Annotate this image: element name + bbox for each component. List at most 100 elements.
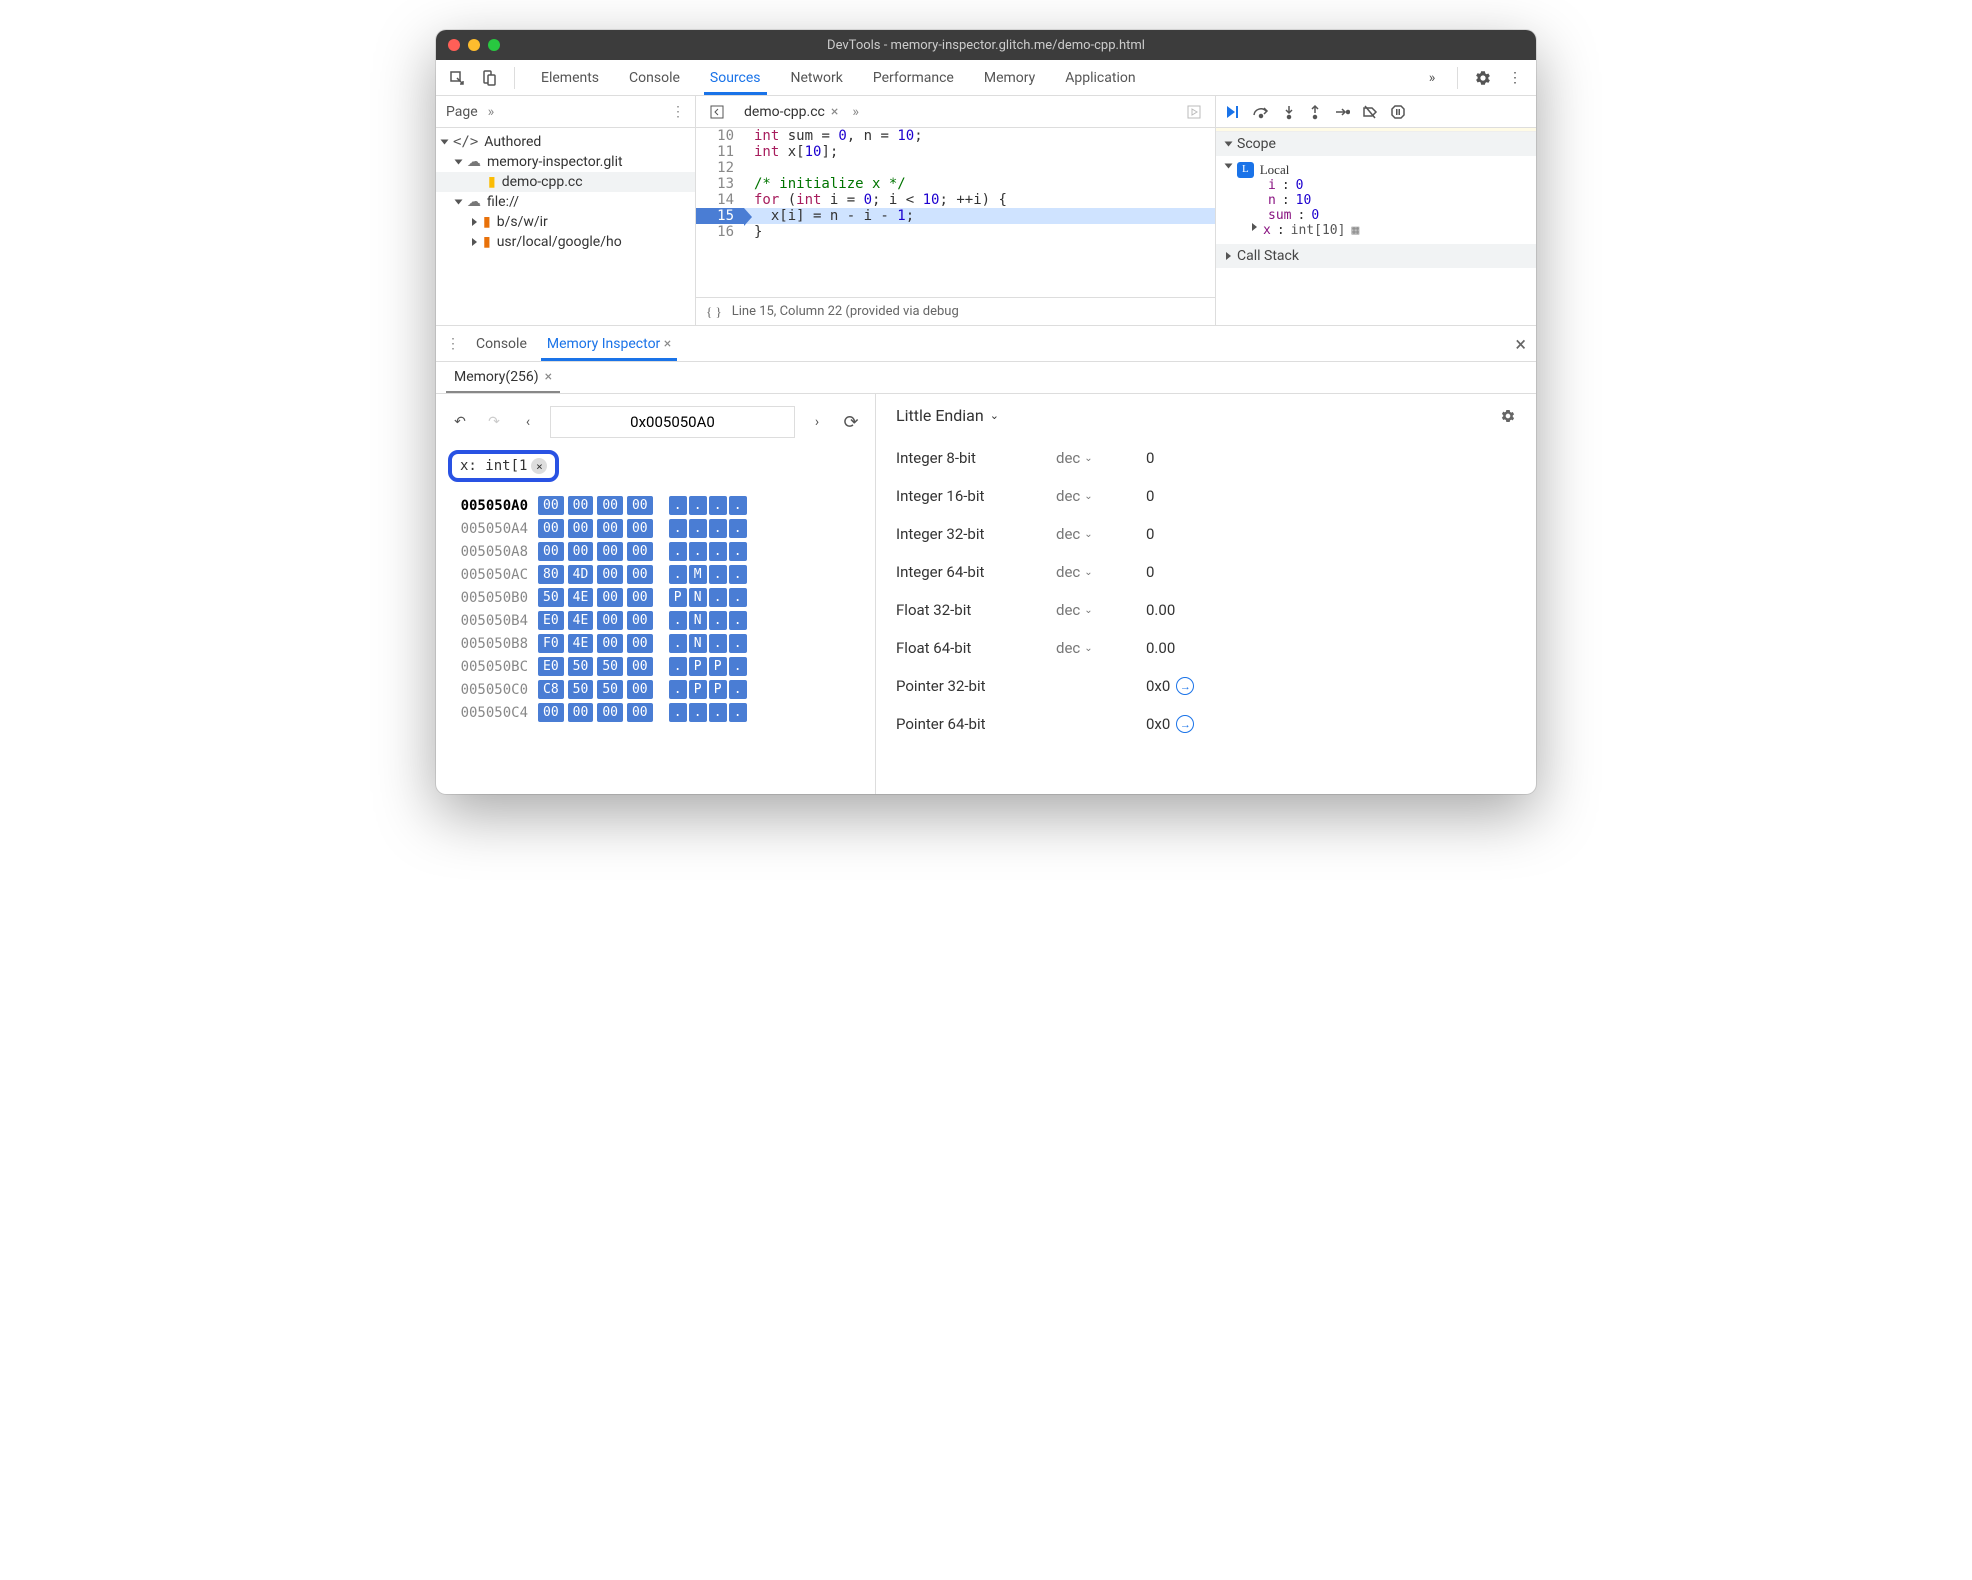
gear-icon[interactable] bbox=[1470, 65, 1496, 91]
tab-application[interactable]: Application bbox=[1051, 62, 1149, 94]
gear-icon[interactable] bbox=[1500, 408, 1516, 424]
tree-authored[interactable]: </>Authored bbox=[436, 132, 695, 152]
hex-row[interactable]: 005050A400000000.... bbox=[448, 519, 863, 538]
format-select[interactable]: dec ⌄ bbox=[1056, 563, 1126, 581]
tab-performance[interactable]: Performance bbox=[859, 62, 968, 94]
tab-memory[interactable]: Memory bbox=[970, 62, 1049, 94]
address-input[interactable] bbox=[550, 406, 795, 438]
step-icon[interactable] bbox=[1334, 105, 1350, 119]
scope-var[interactable]: sum: 0 bbox=[1252, 208, 1526, 223]
format-select[interactable]: dec ⌄ bbox=[1056, 601, 1126, 619]
nav-back-icon[interactable] bbox=[704, 99, 730, 125]
drawer-tab-console[interactable]: Console bbox=[466, 328, 537, 360]
close-icon[interactable]: × bbox=[531, 458, 547, 474]
endian-select[interactable]: Little Endian⌄ bbox=[896, 406, 999, 425]
code-line[interactable]: 11int x[10]; bbox=[696, 144, 1215, 160]
value-row: Integer 16-bitdec ⌄0 bbox=[896, 477, 1516, 515]
tab-sources[interactable]: Sources bbox=[696, 62, 775, 94]
inspect-icon[interactable] bbox=[444, 65, 470, 91]
run-snippet-icon[interactable] bbox=[1181, 99, 1207, 125]
value-row: Float 32-bitdec ⌄0.00 bbox=[896, 591, 1516, 629]
hex-row[interactable]: 005050C0C8505000.PP. bbox=[448, 680, 863, 699]
hex-row[interactable]: 005050AC804D0000.M.. bbox=[448, 565, 863, 584]
scope-local[interactable]: LLocal bbox=[1226, 162, 1526, 178]
code-line[interactable]: 13/* initialize x */ bbox=[696, 176, 1215, 192]
main-toolbar: ElementsConsoleSourcesNetworkPerformance… bbox=[436, 60, 1536, 96]
device-icon[interactable] bbox=[476, 65, 502, 91]
scope-var[interactable]: n: 10 bbox=[1252, 193, 1526, 208]
tab-network[interactable]: Network bbox=[777, 62, 857, 94]
kebab-icon[interactable]: ⋮ bbox=[446, 336, 460, 352]
code-line[interactable]: 10int sum = 0, n = 10; bbox=[696, 128, 1215, 144]
sidebar-page-tab[interactable]: Page bbox=[446, 104, 478, 120]
step-out-icon[interactable] bbox=[1308, 104, 1322, 120]
drawer-tab-memory-inspector[interactable]: Memory Inspector × bbox=[537, 328, 681, 360]
jump-icon[interactable]: → bbox=[1176, 715, 1194, 733]
scope-header[interactable]: Scope bbox=[1216, 132, 1536, 156]
hex-row[interactable]: 005050BCE0505000.PP. bbox=[448, 657, 863, 676]
format-select[interactable]: dec ⌄ bbox=[1056, 639, 1126, 657]
zoom-icon[interactable] bbox=[488, 39, 500, 51]
drawer-tabs: ⋮ ConsoleMemory Inspector × × bbox=[436, 326, 1536, 362]
refresh-icon[interactable]: ⟳ bbox=[839, 410, 863, 434]
tree-file-demo[interactable]: ▮demo-cpp.cc bbox=[436, 172, 695, 192]
deactivate-breakpoints-icon[interactable] bbox=[1362, 104, 1378, 120]
value-row: Pointer 64-bit0x0 → bbox=[896, 705, 1516, 743]
format-select[interactable]: dec ⌄ bbox=[1056, 525, 1126, 543]
tree-fileroot[interactable]: ☁file:// bbox=[436, 192, 695, 212]
minimize-icon[interactable] bbox=[468, 39, 480, 51]
editor-tab[interactable]: demo-cpp.cc× bbox=[738, 100, 844, 124]
memory-tab[interactable]: Memory(256)× bbox=[446, 363, 560, 393]
jump-icon[interactable]: → bbox=[1176, 677, 1194, 695]
close-icon[interactable] bbox=[448, 39, 460, 51]
more-icon[interactable]: » bbox=[488, 104, 495, 120]
next-page-icon[interactable]: › bbox=[805, 410, 829, 434]
code-line[interactable]: 15 x[i] = n - i - 1; bbox=[696, 208, 1215, 224]
close-icon[interactable]: × bbox=[664, 336, 671, 352]
format-select[interactable]: dec ⌄ bbox=[1056, 487, 1126, 505]
scope-var[interactable]: x: int[10] ▦ bbox=[1252, 223, 1526, 238]
debugger-toolbar bbox=[1216, 96, 1536, 128]
close-icon[interactable]: × bbox=[1515, 332, 1526, 356]
tab-elements[interactable]: Elements bbox=[527, 62, 613, 94]
tree-domain[interactable]: ☁memory-inspector.glit bbox=[436, 152, 695, 172]
code-line[interactable]: 16} bbox=[696, 224, 1215, 240]
hex-row[interactable]: 005050B8F04E0000.N.. bbox=[448, 634, 863, 653]
format-select[interactable]: dec ⌄ bbox=[1056, 449, 1126, 467]
more-icon[interactable]: » bbox=[852, 104, 859, 120]
tree-folder[interactable]: ▮b/s/w/ir bbox=[436, 212, 695, 232]
kebab-icon[interactable]: ⋮ bbox=[1502, 65, 1528, 91]
hex-row[interactable]: 005050B4E04E0000.N.. bbox=[448, 611, 863, 630]
object-chip[interactable]: x: int[1 × bbox=[448, 450, 559, 482]
value-row: Integer 32-bitdec ⌄0 bbox=[896, 515, 1516, 553]
source-editor: demo-cpp.cc× » 10int sum = 0, n = 10;11i… bbox=[696, 96, 1216, 325]
cursor-position: Line 15, Column 22 (provided via debug bbox=[732, 304, 959, 319]
traffic-lights bbox=[448, 39, 500, 51]
hex-row[interactable]: 005050A800000000.... bbox=[448, 542, 863, 561]
step-over-icon[interactable] bbox=[1252, 105, 1270, 119]
callstack-header[interactable]: Call Stack bbox=[1216, 244, 1536, 268]
more-tabs-icon[interactable]: » bbox=[1419, 65, 1445, 91]
tab-console[interactable]: Console bbox=[615, 62, 694, 94]
undo-icon[interactable]: ↶ bbox=[448, 410, 472, 434]
code-area[interactable]: 10int sum = 0, n = 10;11int x[10];12 13/… bbox=[696, 128, 1215, 297]
hex-row[interactable]: 005050C400000000.... bbox=[448, 703, 863, 722]
value-row: Pointer 32-bit0x0 → bbox=[896, 667, 1516, 705]
pause-exceptions-icon[interactable] bbox=[1390, 104, 1406, 120]
hex-row[interactable]: 005050A000000000.... bbox=[448, 496, 863, 515]
code-line[interactable]: 14for (int i = 0; i < 10; ++i) { bbox=[696, 192, 1215, 208]
resume-icon[interactable] bbox=[1224, 104, 1240, 120]
hex-row[interactable]: 005050B0504E0000PN.. bbox=[448, 588, 863, 607]
value-interpreter: Little Endian⌄ Integer 8-bitdec ⌄0Intege… bbox=[876, 394, 1536, 794]
close-icon[interactable]: × bbox=[545, 369, 552, 385]
step-into-icon[interactable] bbox=[1282, 104, 1296, 120]
close-icon[interactable]: × bbox=[831, 104, 838, 120]
prev-page-icon[interactable]: ‹ bbox=[516, 410, 540, 434]
debugger-pane: Scope LLocal i: 0n: 10sum: 0x: int[10] ▦… bbox=[1216, 96, 1536, 325]
kebab-icon[interactable]: ⋮ bbox=[671, 104, 685, 120]
memory-viewer: ↶ ↷ ‹ › ⟳ x: int[1 × 005050A000000000...… bbox=[436, 394, 876, 794]
scope-var[interactable]: i: 0 bbox=[1252, 178, 1526, 193]
code-line[interactable]: 12 bbox=[696, 160, 1215, 176]
tree-folder[interactable]: ▮usr/local/google/ho bbox=[436, 232, 695, 252]
pretty-print-icon[interactable]: { } bbox=[706, 304, 722, 320]
